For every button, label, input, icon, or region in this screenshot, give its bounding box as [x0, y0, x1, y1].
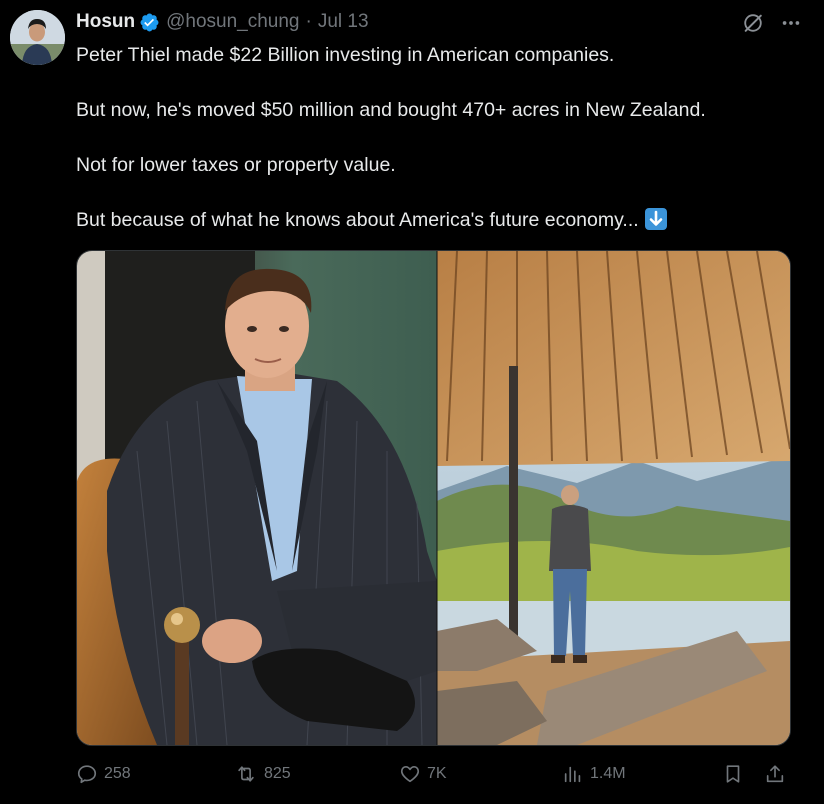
tweet-date[interactable]: Jul 13: [318, 11, 369, 33]
repost-button[interactable]: 825: [234, 761, 291, 787]
left-portrait-panel: [77, 251, 437, 745]
reply-button[interactable]: 258: [76, 761, 131, 787]
bookmark-button[interactable]: [722, 761, 744, 787]
tweet-paragraph-text: But because of what he knows about Ameri…: [76, 209, 639, 231]
reply-count: 258: [104, 765, 131, 782]
tweet-top-actions: [742, 12, 802, 39]
tweet-media-image[interactable]: [76, 250, 791, 746]
author-display-name[interactable]: Hosun: [76, 11, 135, 33]
right-landscape-panel: [437, 251, 790, 745]
author-avatar[interactable]: [10, 10, 65, 65]
heart-icon: [400, 766, 420, 783]
tweet-paragraph: But now, he's moved $50 million and boug…: [76, 99, 706, 121]
header-separator: ·: [305, 11, 312, 32]
views-count: 1.4M: [590, 765, 626, 782]
like-button[interactable]: 7K: [399, 761, 447, 787]
tweet-card[interactable]: Hosun @hosun_chung · Jul 13 Peter Thiel …: [0, 0, 824, 804]
like-count: 7K: [427, 765, 447, 782]
grok-icon[interactable]: [742, 12, 764, 39]
bookmark-icon: [726, 765, 740, 783]
reply-icon: [77, 765, 97, 784]
tweet-paragraph: Peter Thiel made $22 Billion investing i…: [76, 44, 615, 66]
views-button[interactable]: 1.4M: [562, 761, 626, 787]
repost-icon: [238, 766, 254, 782]
author-handle[interactable]: @hosun_chung: [166, 11, 299, 33]
tweet-paragraph: Not for lower taxes or property value.: [76, 154, 396, 176]
tweet-action-bar: 258 825 7K 1.4M: [76, 761, 788, 787]
tweet-text: Peter Thiel made $22 Billion investing i…: [76, 42, 796, 262]
tweet-header: Hosun @hosun_chung · Jul 13: [76, 9, 369, 35]
share-button[interactable]: [764, 761, 786, 787]
views-chart-icon: [564, 766, 581, 783]
avatar-photo: [10, 10, 65, 65]
tweet-paragraph-last: But because of what he knows about Ameri…: [76, 207, 796, 235]
more-options-icon[interactable]: [780, 12, 802, 39]
repost-count: 825: [264, 765, 291, 782]
share-icon: [766, 765, 784, 783]
media-photo-composite: [77, 251, 790, 745]
down-arrow-emoji-icon: [644, 208, 667, 230]
verified-badge-icon: [139, 12, 160, 33]
